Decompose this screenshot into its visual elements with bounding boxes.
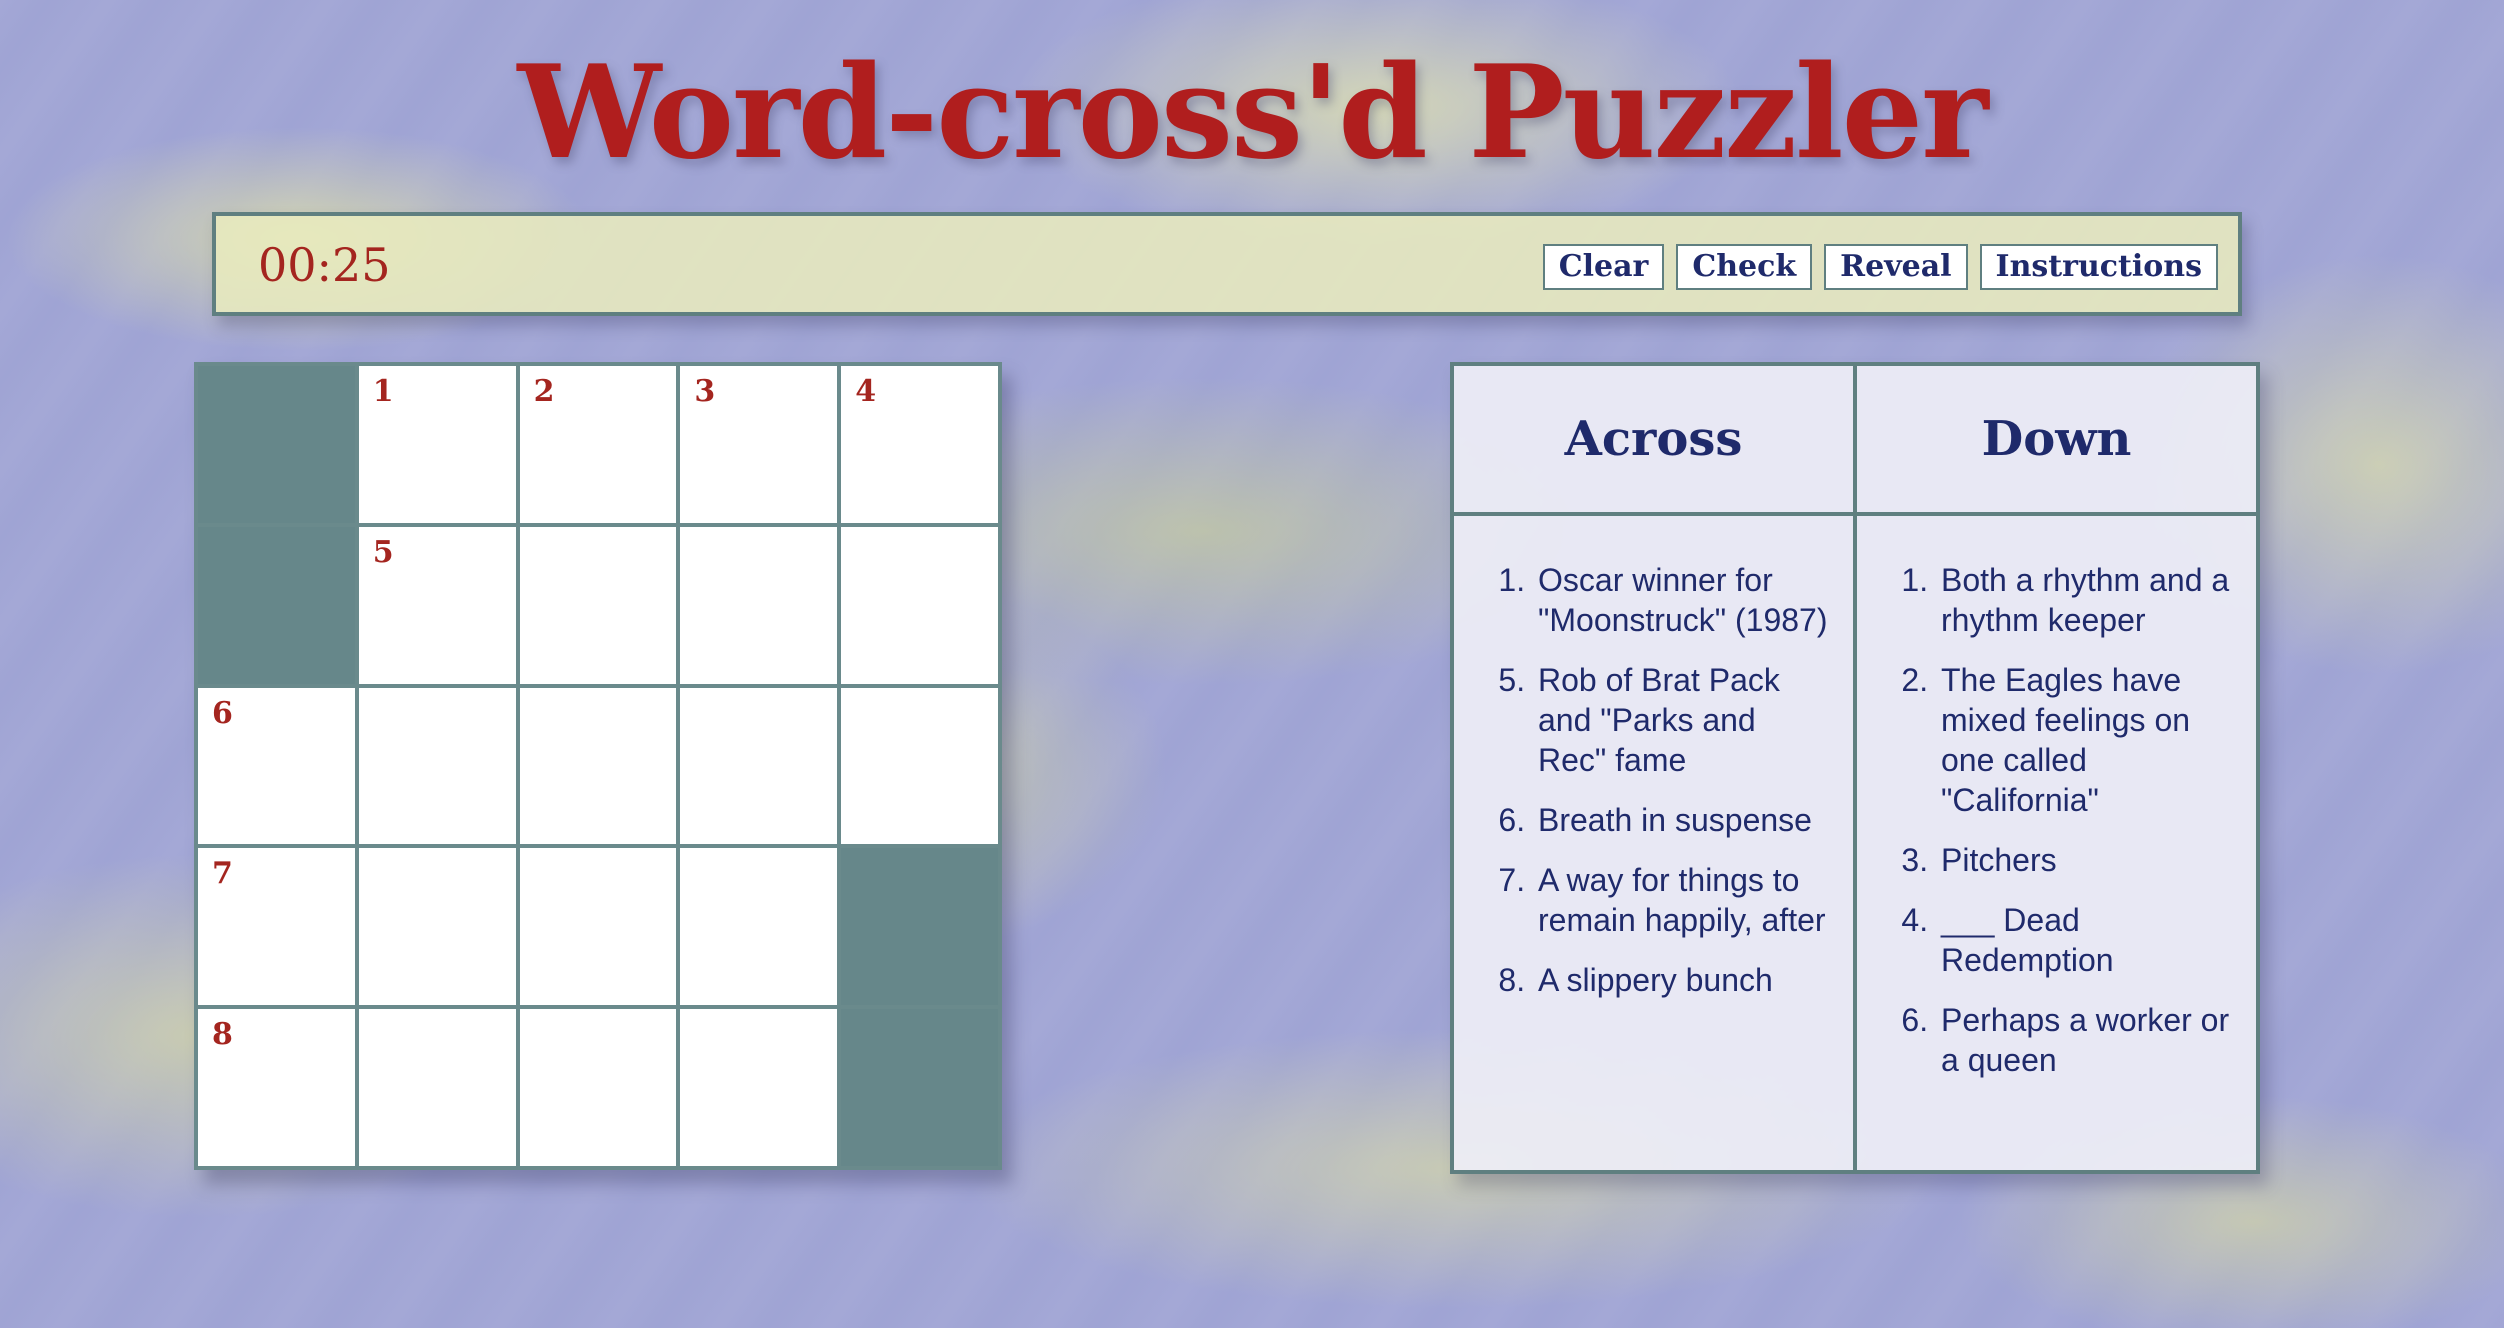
grid-cell[interactable] bbox=[841, 526, 998, 684]
instructions-button[interactable]: Instructions bbox=[1979, 244, 2218, 290]
down-clue[interactable]: Both a rhythm and a rhythm keeper bbox=[1937, 560, 2232, 640]
grid-cell[interactable]: 2 bbox=[519, 366, 677, 523]
across-clue-list: Oscar winner for "Moonstruck" (1987) Rob … bbox=[1454, 516, 1853, 1020]
grid-cell[interactable] bbox=[358, 687, 516, 845]
grid-block-cell bbox=[841, 848, 998, 1006]
grid-cell[interactable]: 4 bbox=[841, 366, 998, 523]
clues-panel: Across Oscar winner for "Moonstruck" (19… bbox=[1450, 362, 2260, 1174]
across-column: Across Oscar winner for "Moonstruck" (19… bbox=[1454, 366, 1853, 1170]
down-clue[interactable]: The Eagles have mixed feelings on one ca… bbox=[1937, 660, 2232, 820]
across-clue[interactable]: A slippery bunch bbox=[1534, 960, 1829, 1000]
across-clue[interactable]: A way for things to remain happily, afte… bbox=[1534, 860, 1829, 940]
down-column: Down Both a rhythm and a rhythm keeper Th… bbox=[1853, 366, 2256, 1170]
cell-number: 8 bbox=[212, 1017, 233, 1053]
grid-cell[interactable] bbox=[358, 1009, 516, 1166]
grid-cell[interactable]: 6 bbox=[198, 687, 355, 845]
grid-block-cell bbox=[198, 526, 355, 684]
reveal-button[interactable]: Reveal bbox=[1824, 244, 1968, 290]
grid-cell[interactable]: 7 bbox=[198, 848, 355, 1006]
grid-cell[interactable] bbox=[358, 848, 516, 1006]
grid-block-cell bbox=[198, 366, 355, 523]
cell-number: 7 bbox=[212, 856, 233, 892]
grid-cell[interactable] bbox=[519, 848, 677, 1006]
grid-cell[interactable]: 3 bbox=[680, 366, 838, 523]
down-clue[interactable]: Perhaps a worker or a queen bbox=[1937, 1000, 2232, 1080]
toolbar-buttons: Clear Check Reveal Instructions bbox=[1542, 244, 2218, 290]
clear-button[interactable]: Clear bbox=[1542, 244, 1665, 290]
cell-number: 3 bbox=[694, 374, 716, 409]
cell-number: 4 bbox=[855, 374, 877, 409]
across-clue[interactable]: Oscar winner for "Moonstruck" (1987) bbox=[1534, 560, 1829, 640]
grid-cell[interactable] bbox=[680, 526, 838, 684]
crossword-grid: 1 2 3 4 5 6 7 8 bbox=[194, 362, 1002, 1170]
grid-cell[interactable] bbox=[680, 1009, 838, 1166]
down-heading: Down bbox=[1857, 366, 2256, 516]
toolbar: 00:25 Clear Check Reveal Instructions bbox=[212, 212, 2242, 316]
grid-cell[interactable] bbox=[519, 687, 677, 845]
grid-cell[interactable] bbox=[841, 687, 998, 845]
down-clue-list: Both a rhythm and a rhythm keeper The Eag… bbox=[1857, 516, 2256, 1100]
cell-number: 6 bbox=[212, 695, 233, 731]
page-title: Word-cross'd Puzzler bbox=[517, 38, 1988, 188]
cell-number: 1 bbox=[372, 374, 394, 409]
grid-block-cell bbox=[841, 1009, 998, 1166]
grid-cell[interactable] bbox=[519, 1009, 677, 1166]
grid-cell[interactable] bbox=[519, 526, 677, 684]
check-button[interactable]: Check bbox=[1676, 244, 1813, 290]
across-heading: Across bbox=[1454, 366, 1853, 516]
grid-cell[interactable]: 5 bbox=[358, 526, 516, 684]
grid-cell[interactable] bbox=[680, 687, 838, 845]
grid-cell[interactable]: 8 bbox=[198, 1009, 355, 1166]
timer: 00:25 bbox=[258, 238, 391, 292]
cell-number: 2 bbox=[533, 374, 555, 409]
across-clue[interactable]: Breath in suspense bbox=[1534, 800, 1829, 840]
down-clue[interactable]: ___ Dead Redemption bbox=[1937, 900, 2232, 980]
grid-cell[interactable] bbox=[680, 848, 838, 1006]
across-clue[interactable]: Rob of Brat Pack and "Parks and Rec" fam… bbox=[1534, 660, 1829, 780]
down-clue[interactable]: Pitchers bbox=[1937, 840, 2232, 880]
grid-cell[interactable]: 1 bbox=[358, 366, 516, 523]
cell-number: 5 bbox=[372, 534, 394, 570]
